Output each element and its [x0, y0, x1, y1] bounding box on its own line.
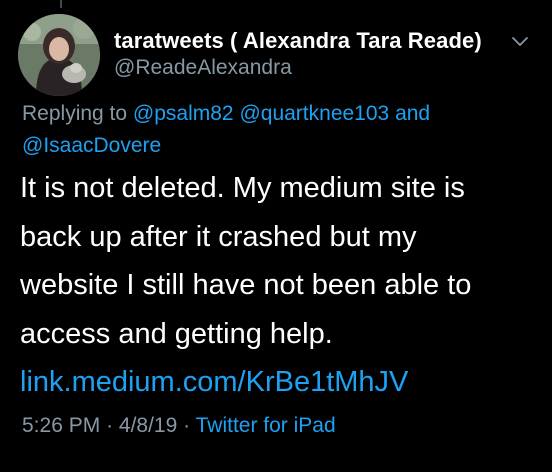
tweet-meta: 5:26 PM · 4/8/19 · Twitter for iPad [22, 414, 336, 438]
avatar-image [18, 14, 100, 96]
tweet-date[interactable]: 4/8/19 [119, 414, 177, 437]
mention-link[interactable]: @quartknee103 [239, 102, 389, 125]
chevron-down-icon[interactable] [509, 30, 531, 52]
thread-connector [60, 0, 62, 8]
avatar[interactable] [18, 14, 100, 96]
user-handle[interactable]: @ReadeAlexandra [114, 56, 292, 80]
reply-context: Replying to @psalm82 @quartknee103 and @I… [22, 98, 542, 162]
meta-separator: · [183, 414, 191, 437]
mention-link[interactable]: @IsaacDovere [22, 134, 161, 157]
tweet-time[interactable]: 5:26 PM [22, 414, 100, 437]
display-name[interactable]: taratweets ( Alexandra Tara Reade) [114, 28, 482, 54]
mention-link[interactable]: @psalm82 [133, 102, 234, 125]
reply-prefix: Replying to [22, 102, 133, 125]
tweet-source[interactable]: Twitter for iPad [196, 414, 336, 437]
mention-joiner[interactable]: and [395, 102, 430, 125]
tweet-body: It is not deleted. My medium site is bac… [20, 164, 545, 407]
tweet-text: It is not deleted. My medium site is bac… [20, 172, 472, 350]
meta-separator: · [106, 414, 114, 437]
tweet-link[interactable]: link.medium.com/KrBe1tMhJV [20, 358, 545, 407]
